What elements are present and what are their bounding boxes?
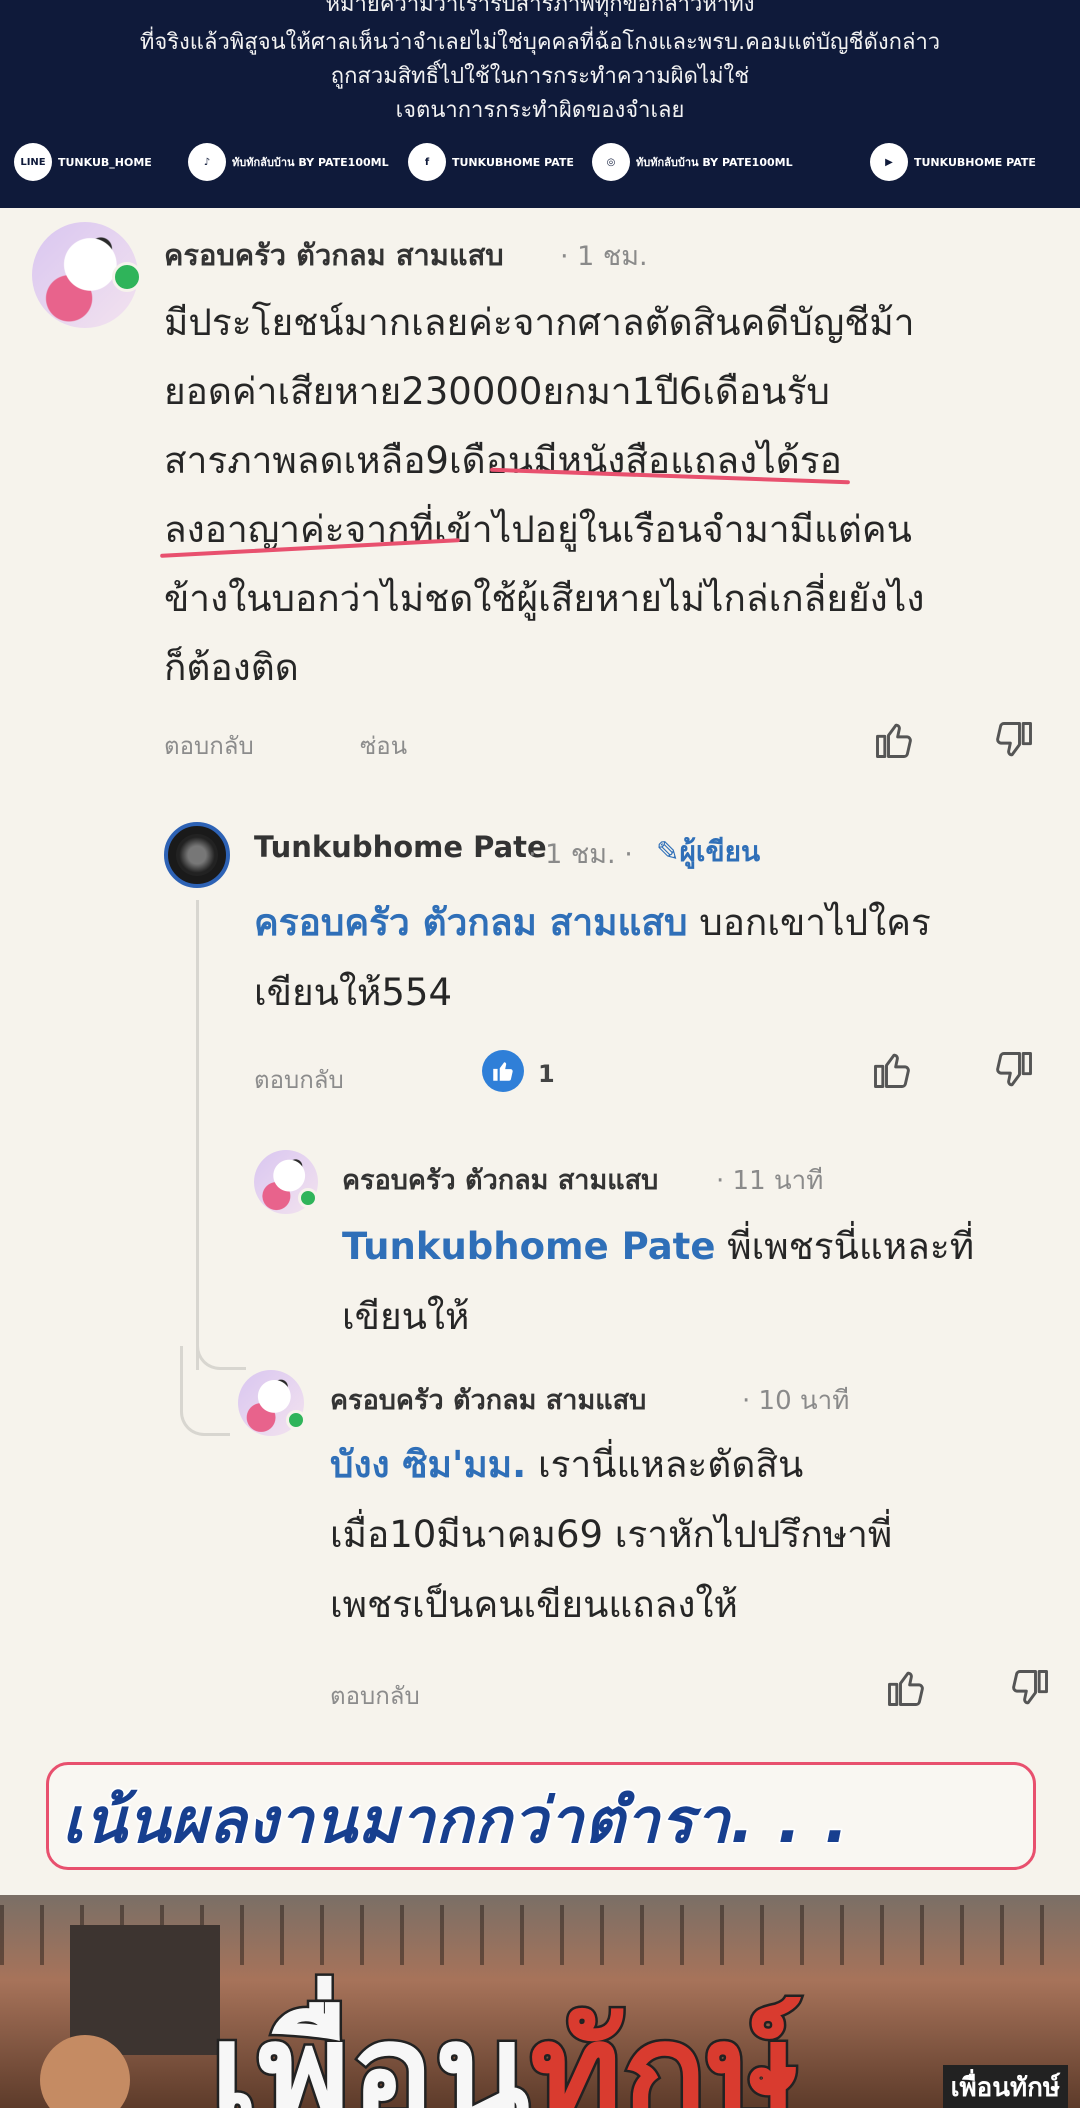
youtube-icon: ▶ <box>870 143 908 181</box>
instagram-label: ทับทักลับบ้าน BY PATE100ML <box>636 156 793 169</box>
thumbs-up-icon <box>493 1062 513 1081</box>
comment-line: ลงอาญาค่ะจากที่เข้าไปอยู่ในเรือนจำมามีแต… <box>164 508 912 551</box>
comment-body: มีประโยชน์มากเลยค่ะจากศาลตัดสินคดีบัญชีม… <box>164 288 1064 702</box>
online-status-icon <box>112 262 142 292</box>
mention-link[interactable]: Tunkubhome Pate <box>342 1225 715 1268</box>
tiktok-label: ทับทักลับบ้าน BY PATE100ML <box>232 156 389 169</box>
youtube-link[interactable]: ▶ TUNKUBHOME PATE <box>870 140 1036 184</box>
banner-line-2: ที่จริงแล้วพิสูจนให้ศาลเห็นว่าจำเลยไม่ใช… <box>139 30 941 55</box>
online-status-icon <box>298 1188 318 1208</box>
youtube-label: TUNKUBHOME PATE <box>914 155 1036 169</box>
comment-author[interactable]: Tunkubhome Pate <box>254 830 547 864</box>
dislike-icon[interactable] <box>992 1048 1036 1092</box>
comment-time: · 11 นาที <box>716 1166 824 1196</box>
poster-title-red: ทักษ์ <box>527 1993 801 2108</box>
dislike-icon[interactable] <box>1008 1666 1052 1710</box>
line-label: TUNKUB_HOME <box>58 155 152 169</box>
comment-line: สารภาพลดเหลือ9เดือนมีหนังสือแถลงได้รอ <box>164 439 842 482</box>
thread-connector <box>180 1346 230 1436</box>
reply-button[interactable]: ตอบกลับ <box>164 726 254 765</box>
comment-time: · 1 ชม. · <box>528 839 633 870</box>
tiktok-icon: ♪ <box>188 143 226 181</box>
comment-body: ครอบครัว ตัวกลม สามแสบ บอกเขาไปใคร เขียน… <box>254 888 1054 1028</box>
facebook-label: TUNKUBHOME PATE <box>452 155 574 169</box>
instagram-icon: ◎ <box>592 143 630 181</box>
author-badge: ✎ผู้เขียน <box>656 830 760 874</box>
comment-text: เพชรเป็นคนเขียนแถลงให้ <box>330 1583 738 1626</box>
hide-button[interactable]: ซ่อน <box>360 726 407 765</box>
pencil-icon: ✎ <box>656 835 680 868</box>
banner-line-1: หมายความว่าเรารับสารภาพทุกข้อกล่าวหาทั้ง <box>325 0 755 17</box>
poster-title-white: เพื่อน <box>208 1993 533 2108</box>
dislike-icon[interactable] <box>992 718 1036 762</box>
poster-logo: เพื่อนทักษ์ <box>942 2065 1068 2108</box>
comment-body: บังง ซิม'มม. เรานี่แหละตัดสิน เมื่อ10มีน… <box>330 1430 1050 1640</box>
author-badge-label: ผู้เขียน <box>679 835 761 868</box>
comment-thread: ครอบครัว ตัวกลม สามแสบ · 1 ชม. มีประโยชน… <box>0 208 1080 1740</box>
author-avatar[interactable] <box>164 822 230 888</box>
banner-line-3: ถูกสวมสิทธิ์ไปใช้ในการกระทำความผิดไม่ใช่ <box>330 64 750 89</box>
poster-title: เพื่อนทักษ์ <box>208 2002 802 2108</box>
comment-line: ข้างในบอกว่าไม่ชดใช้ผู้เสียหายไม่ไกล่เกล… <box>164 577 925 620</box>
comment-author[interactable]: ครอบครัว ตัวกลม สามแสบ <box>342 1158 658 1201</box>
header-banner: หมายความว่าเรารับสารภาพทุกข้อกล่าวหาทั้ง… <box>0 0 1080 208</box>
comment-line: ก็ต้องติด <box>164 646 299 689</box>
mention-link[interactable]: ครอบครัว ตัวกลม สามแสบ <box>254 901 687 944</box>
comment-text: พี่เพชรนี่แหละที่ <box>727 1225 975 1268</box>
reply-button[interactable]: ตอบกลับ <box>330 1676 420 1715</box>
comment-body: Tunkubhome Pate พี่เพชรนี่แหละที่ เขียนใ… <box>342 1212 1042 1352</box>
like-icon[interactable] <box>872 718 916 762</box>
banner-line-4: เจตนาการกระทำผิดของจำเลย <box>395 98 685 123</box>
like-count: 1 <box>538 1060 555 1088</box>
mention-link[interactable]: บังง ซิม'มม. <box>330 1443 526 1486</box>
like-icon[interactable] <box>870 1048 914 1092</box>
comment-time: · 10 นาที <box>742 1386 850 1416</box>
instagram-link[interactable]: ◎ ทับทักลับบ้าน BY PATE100ML <box>592 140 793 184</box>
comment-time: · 1 ชม. <box>560 241 648 272</box>
comment-text: เขียนให้ <box>342 1295 470 1338</box>
author-avatar-image <box>176 834 218 876</box>
facebook-link[interactable]: f TUNKUBHOME PATE <box>408 140 574 184</box>
online-status-icon <box>286 1410 306 1430</box>
comment-text: เขียนให้554 <box>254 971 452 1014</box>
line-icon: LINE <box>14 143 52 181</box>
comment-line: ยอดค่าเสียหาย230000ยกมา1ปี6เดือนรับ <box>164 370 830 413</box>
comment-text: บอกเขาไปใคร <box>699 901 931 944</box>
promo-poster: เพื่อนทักษ์ เพื่อนทักษ์ <box>0 1895 1080 2108</box>
comment-text: เมื่อ10มีนาคม69 เราหักไปปรึกษาพี่ <box>330 1513 893 1556</box>
overlay-caption: เน้นผลงานมากกว่าตำรา. . . <box>60 1783 850 1859</box>
facebook-icon: f <box>408 143 446 181</box>
reply-button[interactable]: ตอบกลับ <box>254 1060 344 1099</box>
comment-text: เรานี่แหละตัดสิน <box>537 1443 804 1486</box>
like-reaction-icon[interactable] <box>482 1050 524 1092</box>
comment-author[interactable]: ครอบครัว ตัวกลม สามแสบ <box>164 232 504 278</box>
comment-author[interactable]: ครอบครัว ตัวกลม สามแสบ <box>330 1378 646 1421</box>
like-icon[interactable] <box>884 1666 928 1710</box>
comment-line: มีประโยชน์มากเลยค่ะจากศาลตัดสินคดีบัญชีม… <box>164 301 915 344</box>
social-links: LINE TUNKUB_HOME ♪ ทับทักลับบ้าน BY PATE… <box>0 140 1080 184</box>
tiktok-link[interactable]: ♪ ทับทักลับบ้าน BY PATE100ML <box>188 140 389 184</box>
thread-line <box>196 900 199 1370</box>
line-link[interactable]: LINE TUNKUB_HOME <box>14 140 152 184</box>
